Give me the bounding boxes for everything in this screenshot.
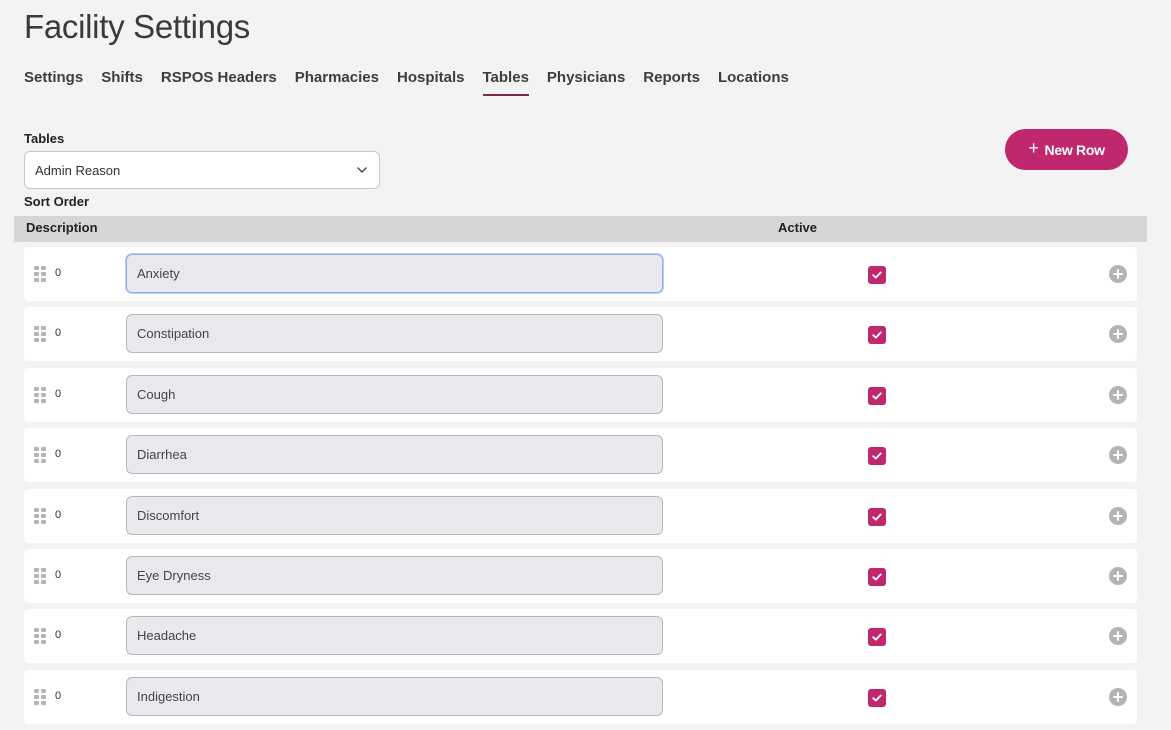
table-row: 0 (24, 367, 1137, 422)
tab-rspos-headers[interactable]: RSPOS Headers (161, 69, 277, 96)
tab-reports[interactable]: Reports (643, 69, 700, 96)
drag-handle-icon[interactable] (34, 386, 46, 403)
description-input[interactable] (126, 254, 663, 293)
add-circle-icon[interactable] (1109, 385, 1127, 404)
sort-order-value: 0 (55, 508, 62, 521)
settings-tabs: Settings Shifts RSPOS Headers Pharmacies Hos… (24, 69, 789, 96)
chevron-down-icon (357, 167, 367, 173)
plus-icon (1113, 269, 1123, 279)
drag-handle-icon[interactable] (34, 507, 46, 524)
tab-hospitals[interactable]: Hospitals (397, 69, 465, 96)
table-row: 0 (24, 247, 1137, 301)
plus-icon (1113, 329, 1123, 340)
active-checkbox[interactable] (868, 688, 886, 707)
tables-select-label: Tables (24, 131, 65, 146)
tables-select[interactable]: Admin Reason (24, 151, 380, 189)
table-rows: 0 0 0 0 0 0 0 0 (24, 247, 1137, 730)
sort-order-value: 0 (55, 448, 62, 461)
sort-order-value: 0 (55, 387, 62, 400)
add-circle-icon[interactable] (1109, 687, 1127, 706)
plus-icon (1113, 389, 1123, 400)
checkmark-icon (872, 392, 882, 400)
tab-locations[interactable]: Locations (718, 69, 789, 96)
sort-order-value: 0 (55, 267, 62, 279)
plus-icon (1113, 510, 1123, 521)
drag-handle-icon[interactable] (34, 447, 46, 464)
add-circle-icon[interactable] (1109, 265, 1127, 283)
plus-icon (1113, 631, 1123, 642)
drag-handle-icon[interactable] (34, 628, 46, 645)
drag-handle-icon[interactable] (34, 266, 46, 282)
sort-order-value: 0 (55, 629, 62, 642)
checkmark-icon (872, 271, 882, 279)
active-checkbox[interactable] (868, 326, 886, 345)
checkmark-icon (872, 331, 882, 339)
checkmark-icon (872, 633, 882, 641)
drag-handle-icon[interactable] (34, 326, 46, 343)
table-row: 0 (24, 307, 1137, 362)
description-input[interactable] (126, 676, 663, 716)
table-row: 0 (24, 548, 1137, 603)
plus-icon (1113, 691, 1123, 702)
tables-select-value: Admin Reason (35, 162, 121, 178)
description-input[interactable] (126, 374, 663, 414)
page-title: Facility Settings (24, 8, 250, 45)
active-checkbox[interactable] (868, 447, 886, 466)
tab-tables[interactable]: Tables (482, 69, 529, 96)
column-header-description: Description (26, 220, 98, 235)
active-checkbox[interactable] (868, 266, 886, 284)
description-input[interactable] (126, 555, 663, 595)
checkmark-icon (872, 694, 882, 702)
sort-order-value: 0 (55, 689, 62, 702)
tab-settings[interactable]: Settings (24, 69, 83, 96)
description-input[interactable] (126, 495, 663, 535)
checkmark-icon (872, 452, 882, 460)
description-input[interactable] (126, 314, 663, 354)
add-circle-icon[interactable] (1109, 566, 1127, 585)
add-circle-icon[interactable] (1109, 446, 1127, 465)
active-checkbox[interactable] (868, 386, 886, 405)
sort-order-label: Sort Order (24, 194, 90, 209)
new-row-button-label: New Row (1044, 141, 1105, 158)
table-row: 0 (24, 488, 1137, 543)
plus-icon: + (1028, 138, 1039, 158)
table-row: 0 (24, 609, 1137, 664)
new-row-button[interactable]: + New Row (1005, 129, 1128, 170)
tab-shifts[interactable]: Shifts (101, 69, 143, 96)
plus-icon (1113, 570, 1123, 581)
description-input[interactable] (126, 435, 663, 475)
checkmark-icon (872, 513, 882, 521)
checkmark-icon (872, 573, 882, 581)
tab-physicians[interactable]: Physicians (547, 69, 625, 96)
tab-pharmacies[interactable]: Pharmacies (295, 69, 379, 96)
drag-handle-icon[interactable] (34, 688, 46, 705)
active-checkbox[interactable] (868, 567, 886, 586)
add-circle-icon[interactable] (1109, 627, 1127, 646)
description-input[interactable] (126, 616, 663, 656)
table-row: 0 (24, 428, 1137, 483)
add-circle-icon[interactable] (1109, 325, 1127, 344)
drag-handle-icon[interactable] (34, 567, 46, 584)
plus-icon (1113, 450, 1123, 461)
column-header-active: Active (778, 220, 818, 235)
sort-order-value: 0 (55, 568, 62, 581)
table-row: 0 (24, 669, 1137, 724)
active-checkbox[interactable] (868, 628, 886, 647)
sort-order-value: 0 (55, 327, 62, 340)
table-header: Description Active (14, 216, 1147, 242)
add-circle-icon[interactable] (1109, 506, 1127, 525)
active-checkbox[interactable] (868, 507, 886, 526)
